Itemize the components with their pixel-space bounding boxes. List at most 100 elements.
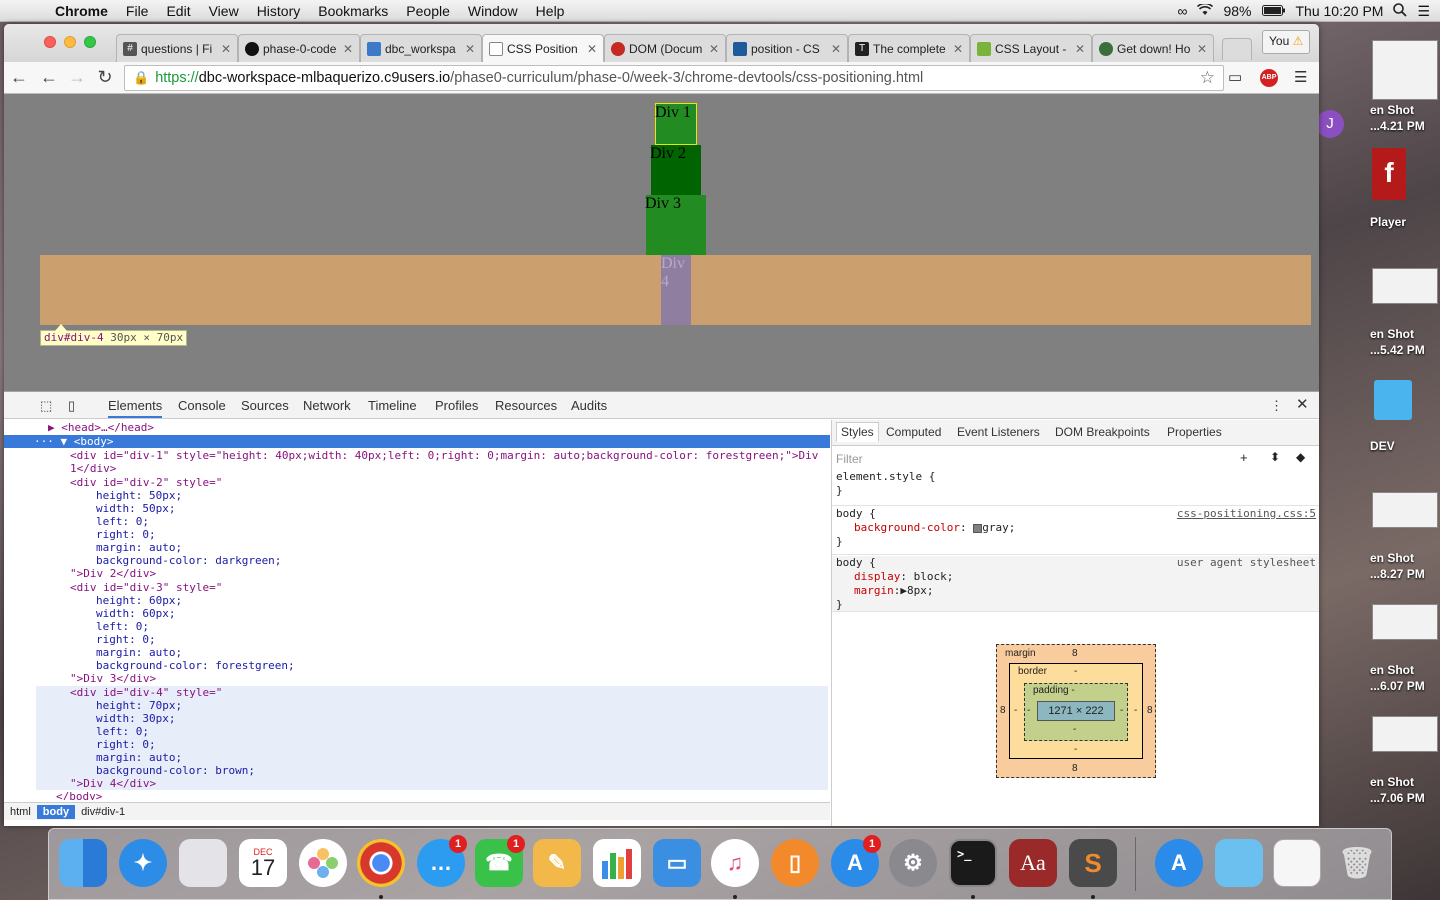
zoom-window-button[interactable] bbox=[84, 36, 96, 48]
close-icon[interactable]: ✕ bbox=[343, 42, 353, 56]
desktop-file-label[interactable]: en Shot ...4.21 PM bbox=[1370, 102, 1440, 134]
padding-bottom-value[interactable]: - bbox=[1073, 724, 1076, 735]
dom-node-body-selected[interactable]: ··· ▼ <body> bbox=[4, 435, 830, 448]
screenshot-thumbnail[interactable] bbox=[1372, 604, 1438, 640]
calendar-icon[interactable]: DEC 17 bbox=[239, 839, 287, 887]
close-icon[interactable]: ✕ bbox=[953, 42, 963, 56]
tab-audits[interactable]: Audits bbox=[571, 398, 607, 413]
pin-icon[interactable]: ⬍ bbox=[1270, 450, 1280, 464]
close-window-button[interactable] bbox=[44, 36, 56, 48]
tab-event-listeners[interactable]: Event Listeners bbox=[957, 425, 1040, 439]
tab-network[interactable]: Network bbox=[303, 398, 351, 413]
menu-history[interactable]: History bbox=[248, 3, 310, 19]
tab-console[interactable]: Console bbox=[178, 398, 226, 413]
infinity-icon[interactable]: ∞ bbox=[1177, 3, 1187, 19]
dom-node-div-3[interactable]: <div id="div-3" style=" bbox=[4, 581, 830, 594]
new-style-rule-icon[interactable]: + bbox=[1240, 450, 1248, 465]
tab-css-positioning[interactable]: CSS Position ✕ bbox=[482, 34, 604, 62]
dom-node-head[interactable]: ▶ <head>…</head> bbox=[4, 421, 830, 434]
itunes-icon[interactable]: ♫ bbox=[711, 839, 759, 887]
rule-source-link[interactable]: css-positioning.css:5 bbox=[1177, 507, 1316, 521]
tab-resources[interactable]: Resources bbox=[495, 398, 557, 413]
style-rule-body[interactable]: body { css-positioning.css:5 background-… bbox=[832, 507, 1319, 555]
dom-node-body-close[interactable]: </body> bbox=[4, 790, 830, 800]
tab-timeline[interactable]: Timeline bbox=[368, 398, 417, 413]
tab-css-layout[interactable]: CSS Layout - ✕ bbox=[970, 34, 1092, 62]
tab-dom-breakpoints[interactable]: DOM Breakpoints bbox=[1055, 425, 1150, 439]
menu-edit[interactable]: Edit bbox=[157, 3, 199, 19]
menu-view[interactable]: View bbox=[200, 3, 248, 19]
more-options-icon[interactable]: ⋮ bbox=[1270, 398, 1283, 414]
forward-button[interactable]: → bbox=[66, 66, 88, 88]
back-icon[interactable]: ← bbox=[38, 66, 60, 88]
tab-c9-workspace[interactable]: dbc_workspa ✕ bbox=[360, 34, 482, 62]
menu-window[interactable]: Window bbox=[459, 3, 527, 19]
adblock-plus-icon[interactable]: ABP bbox=[1260, 69, 1278, 87]
border-left-value[interactable]: - bbox=[1014, 705, 1017, 716]
safari-icon[interactable]: ✦ bbox=[119, 839, 167, 887]
menu-bookmarks[interactable]: Bookmarks bbox=[309, 3, 397, 19]
desktop-file-label[interactable]: Player bbox=[1370, 214, 1440, 230]
tab-get-down[interactable]: Get down! Ho ✕ bbox=[1092, 34, 1214, 62]
wifi-icon[interactable] bbox=[1197, 2, 1214, 19]
flash-player-icon[interactable]: f bbox=[1372, 148, 1406, 200]
chrome-icon[interactable] bbox=[357, 839, 405, 887]
desktop-file-label[interactable]: en Shot ...6.07 PM bbox=[1370, 662, 1440, 694]
bookmark-star-icon[interactable]: ☆ bbox=[1200, 68, 1215, 88]
tab-styles[interactable]: Styles bbox=[836, 422, 879, 442]
chrome-menu-icon[interactable]: ☰ bbox=[1294, 68, 1307, 86]
terminal-icon[interactable]: >_ bbox=[949, 839, 997, 887]
reload-button[interactable]: ↻ bbox=[94, 66, 116, 88]
trash-icon[interactable]: 🗑 bbox=[1333, 839, 1381, 887]
desktop-file-label[interactable]: DEV bbox=[1370, 438, 1440, 454]
desktop-file-label[interactable]: en Shot ...5.42 PM bbox=[1370, 326, 1440, 358]
numbers-icon[interactable] bbox=[593, 839, 641, 887]
sublime-text-icon[interactable]: S bbox=[1069, 839, 1117, 887]
keynote-icon[interactable]: ▭ bbox=[653, 839, 701, 887]
color-swatch[interactable] bbox=[973, 523, 983, 533]
close-devtools-icon[interactable]: ✕ bbox=[1296, 395, 1309, 413]
screenshot-thumbnail[interactable] bbox=[1372, 492, 1438, 528]
spotlight-icon[interactable] bbox=[1393, 2, 1408, 20]
close-icon[interactable]: ✕ bbox=[1075, 42, 1085, 56]
style-rule-user-agent[interactable]: body { user agent stylesheet display: bl… bbox=[832, 556, 1319, 612]
margin-right-value[interactable]: 8 bbox=[1147, 705, 1153, 716]
close-icon[interactable]: ✕ bbox=[831, 42, 841, 56]
dom-node-div-2[interactable]: <div id="div-2" style=" bbox=[4, 476, 830, 489]
documents-folder-icon[interactable] bbox=[1215, 839, 1263, 887]
padding-left-value[interactable]: - bbox=[1027, 705, 1030, 716]
close-icon[interactable]: ✕ bbox=[221, 42, 231, 56]
dictionary-icon[interactable]: Aa bbox=[1009, 839, 1057, 887]
screenshot-thumbnail[interactable] bbox=[1372, 268, 1438, 304]
back-button[interactable]: ← bbox=[8, 66, 30, 88]
close-icon[interactable]: ✕ bbox=[465, 42, 475, 56]
minimize-window-button[interactable] bbox=[64, 36, 76, 48]
breadcrumb-html[interactable]: html bbox=[4, 805, 37, 819]
inspect-element-icon[interactable]: ⬚ bbox=[40, 398, 52, 414]
breadcrumb-body[interactable]: body bbox=[36, 804, 76, 819]
tab-sources[interactable]: Sources bbox=[241, 398, 289, 413]
expand-triangle-icon[interactable]: ▶ bbox=[900, 584, 907, 597]
pages-icon[interactable]: ✎ bbox=[533, 839, 581, 887]
margin-bottom-value[interactable]: 8 bbox=[1072, 763, 1078, 774]
avatar[interactable]: J bbox=[1316, 110, 1344, 138]
margin-top-value[interactable]: 8 bbox=[1072, 648, 1078, 659]
system-preferences-icon[interactable]: ⚙ bbox=[889, 839, 937, 887]
photos-icon[interactable] bbox=[299, 839, 347, 887]
menu-help[interactable]: Help bbox=[527, 3, 574, 19]
tab-the-complete[interactable]: T The complete ✕ bbox=[848, 34, 970, 62]
border-bottom-value[interactable]: - bbox=[1074, 744, 1077, 755]
content-box[interactable]: 1271 × 222 bbox=[1037, 701, 1115, 721]
app-store-folder-icon[interactable]: A bbox=[1155, 839, 1203, 887]
screenshot-thumbnail[interactable] bbox=[1372, 716, 1438, 752]
device-mode-icon[interactable]: ▯ bbox=[68, 398, 75, 414]
menu-people[interactable]: People bbox=[397, 3, 459, 19]
tab-properties[interactable]: Properties bbox=[1167, 425, 1222, 439]
ibooks-icon[interactable]: ▯ bbox=[771, 839, 819, 887]
lock-icon[interactable]: 🔒 bbox=[125, 70, 155, 86]
padding-right-value[interactable]: - bbox=[1120, 705, 1123, 716]
dom-node-div-1[interactable]: <div id="div-1" style="height: 40px;widt… bbox=[4, 449, 830, 462]
tab-dom[interactable]: DOM (Docum ✕ bbox=[604, 34, 726, 62]
border-right-value[interactable]: - bbox=[1134, 705, 1137, 716]
tab-questions[interactable]: # questions | Fi ✕ bbox=[116, 34, 238, 62]
